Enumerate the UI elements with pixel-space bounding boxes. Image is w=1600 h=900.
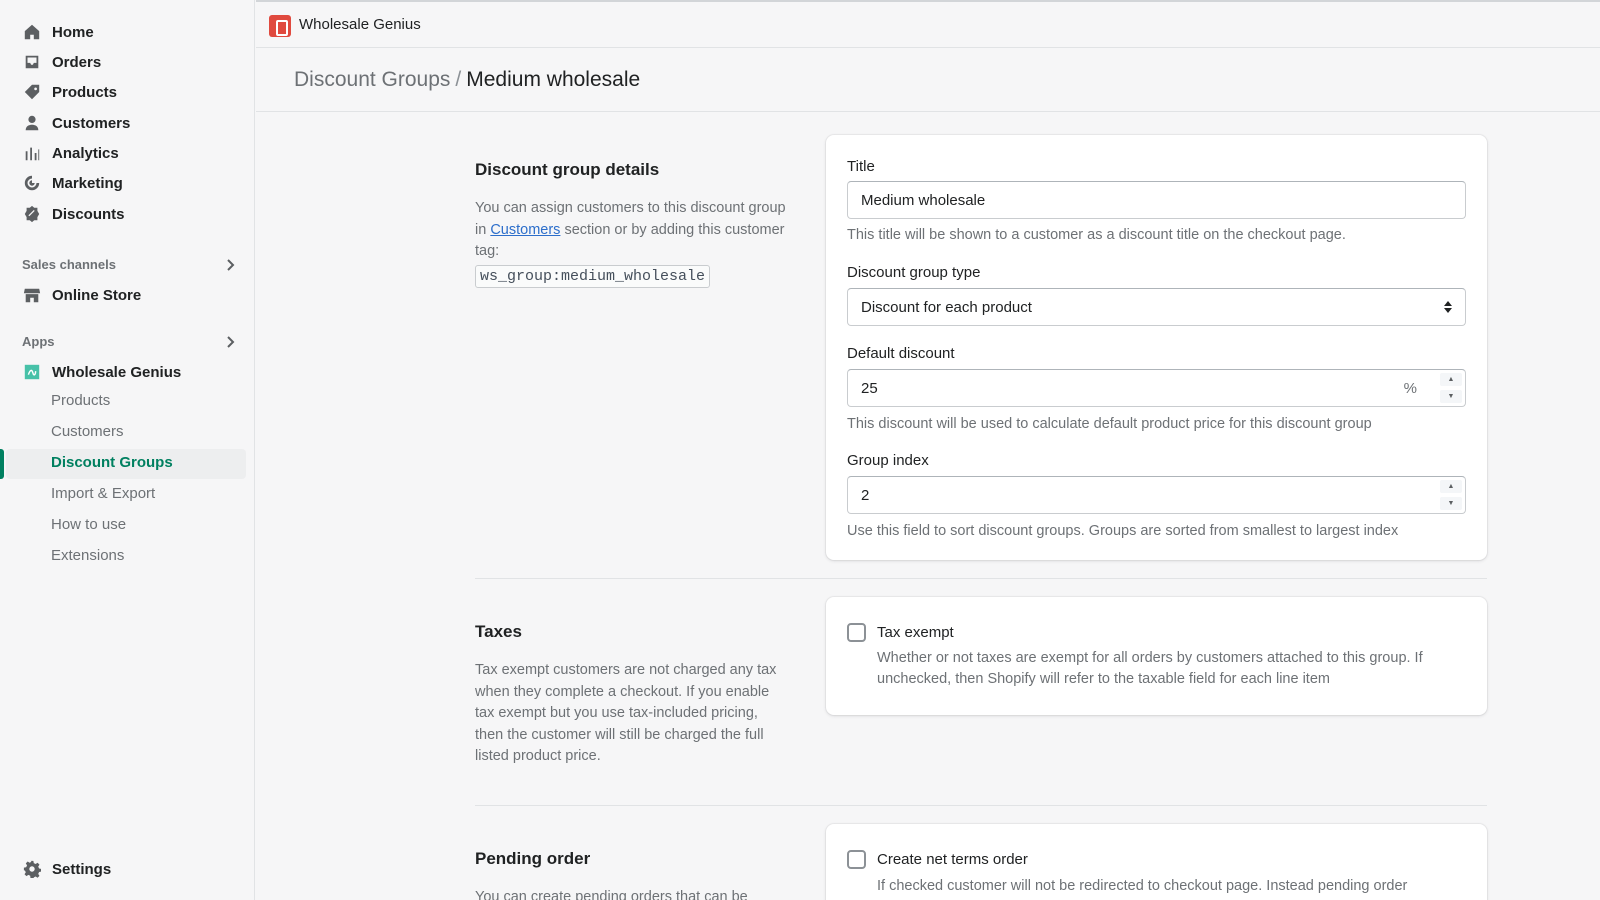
group-index-value: 2: [861, 486, 870, 504]
app-item-extensions[interactable]: Extensions: [51, 547, 124, 564]
tax-exempt-help: Whether or not taxes are exempt for all …: [877, 650, 1423, 687]
default-discount-value: 25: [861, 379, 878, 397]
tax-exempt-label: Tax exempt: [877, 624, 954, 641]
nav-discounts-label: Discounts: [52, 205, 125, 223]
default-discount-input[interactable]: 25 % ▲ ▼: [847, 369, 1466, 407]
pending-section-desc: You can create pending orders that can b…: [475, 889, 748, 900]
taxes-card: Tax exempt Whether or not taxes are exem…: [826, 597, 1487, 715]
nav-settings-label: Settings: [52, 860, 112, 878]
nav-products-label: Products: [52, 83, 118, 101]
title-input-value: Medium wholesale: [861, 191, 986, 209]
chevron-right-icon[interactable]: [223, 258, 237, 272]
apps-label: Apps: [22, 334, 55, 349]
bar-chart-icon: [22, 143, 42, 163]
nav-analytics[interactable]: Analytics: [22, 140, 119, 166]
nav-marketing[interactable]: Marketing: [22, 170, 123, 196]
discount-icon: [22, 204, 42, 224]
marketing-icon: [22, 173, 42, 193]
discount-type-select[interactable]: Discount for each product: [847, 288, 1466, 326]
default-discount-label: Default discount: [847, 345, 955, 362]
tax-exempt-checkbox[interactable]: [847, 623, 866, 642]
app-item-products[interactable]: Products: [51, 392, 110, 409]
discount-type-value: Discount for each product: [861, 298, 1032, 316]
home-icon: [22, 22, 42, 42]
taxes-section-title: Taxes: [475, 622, 522, 641]
app-item-how-to-use[interactable]: How to use: [51, 516, 126, 533]
nav-discounts[interactable]: Discounts: [22, 201, 125, 227]
customers-link[interactable]: Customers: [490, 222, 560, 238]
wholesale-genius-app-icon: [22, 362, 42, 382]
nav-products[interactable]: Products: [22, 79, 117, 105]
nav-analytics-label: Analytics: [52, 144, 119, 162]
tag-icon: [22, 82, 42, 102]
app-topbar: Wholesale Genius: [256, 0, 1600, 48]
nav-customers[interactable]: Customers: [22, 110, 130, 136]
nav-wholesale-genius[interactable]: Wholesale Genius: [22, 359, 181, 385]
breadcrumb: Discount Groups / Medium wholesale: [294, 68, 640, 92]
nav-customers-label: Customers: [52, 114, 131, 132]
nav-orders-label: Orders: [52, 53, 102, 71]
title-label: Title: [847, 158, 875, 175]
select-arrows-icon: [1444, 301, 1452, 313]
active-item-indicator: [0, 449, 4, 479]
group-index-help: Use this field to sort discount groups. …: [847, 523, 1399, 539]
nav-online-store-label: Online Store: [52, 286, 142, 304]
topbar-app-name: Wholesale Genius: [299, 16, 421, 33]
index-stepper: ▲ ▼: [1440, 480, 1462, 510]
stepper-up-icon[interactable]: ▲: [1440, 480, 1462, 493]
nav-online-store[interactable]: Online Store: [22, 282, 141, 308]
details-section-title: Discount group details: [475, 160, 660, 179]
section-divider: [475, 805, 1487, 806]
percent-suffix: %: [1403, 380, 1417, 397]
group-index-input[interactable]: 2 ▲ ▼: [847, 476, 1466, 514]
orders-icon: [22, 52, 42, 72]
customer-tag: ws_group:medium_wholesale: [475, 264, 711, 288]
app-item-discount-groups[interactable]: Discount Groups: [51, 454, 173, 471]
nav-settings[interactable]: Settings: [22, 856, 111, 882]
default-discount-help: This discount will be used to calculate …: [847, 416, 1372, 432]
section-divider: [475, 578, 1487, 579]
breadcrumb-separator: /: [455, 68, 462, 91]
breadcrumb-discount-groups[interactable]: Discount Groups: [294, 68, 450, 91]
net-terms-help: If checked customer will not be redirect…: [877, 878, 1408, 894]
details-card: Title Medium wholesale This title will b…: [826, 135, 1487, 560]
nav-home-label: Home: [52, 23, 94, 41]
app-item-customers[interactable]: Customers: [51, 423, 124, 440]
net-terms-checkbox[interactable]: [847, 850, 866, 869]
discount-stepper: ▲ ▼: [1440, 373, 1462, 403]
stepper-down-icon[interactable]: ▼: [1440, 497, 1462, 510]
page-title: Medium wholesale: [466, 68, 641, 91]
page-header: Discount Groups / Medium wholesale: [256, 48, 1600, 112]
pending-section-title: Pending order: [475, 849, 591, 868]
gear-icon: [22, 859, 42, 879]
title-help: This title will be shown to a customer a…: [847, 227, 1346, 243]
chevron-right-icon[interactable]: [223, 335, 237, 349]
apps-header[interactable]: Apps: [22, 334, 237, 349]
stepper-down-icon[interactable]: ▼: [1440, 390, 1462, 403]
store-icon: [22, 285, 42, 305]
nav-home[interactable]: Home: [22, 19, 94, 45]
nav-marketing-label: Marketing: [52, 174, 123, 192]
discount-type-label: Discount group type: [847, 264, 981, 281]
nav-wholesale-genius-label: Wholesale Genius: [52, 363, 182, 381]
sales-channels-header[interactable]: Sales channels: [22, 257, 237, 272]
net-terms-label: Create net terms order: [877, 851, 1028, 868]
wholesale-genius-logo: [269, 15, 291, 37]
person-icon: [22, 113, 42, 133]
nav-orders[interactable]: Orders: [22, 49, 101, 75]
details-section-desc: You can assign customers to this discoun…: [475, 198, 787, 288]
stepper-up-icon[interactable]: ▲: [1440, 373, 1462, 386]
app-item-import-export[interactable]: Import & Export: [51, 485, 155, 502]
sales-channels-label: Sales channels: [22, 257, 116, 272]
sidebar: Home Orders Products Customers Analytics…: [0, 0, 255, 900]
group-index-label: Group index: [847, 452, 929, 469]
pending-card: Create net terms order If checked custom…: [826, 824, 1487, 900]
title-input[interactable]: Medium wholesale: [847, 181, 1466, 219]
taxes-section-desc: Tax exempt customers are not charged any…: [475, 662, 777, 764]
